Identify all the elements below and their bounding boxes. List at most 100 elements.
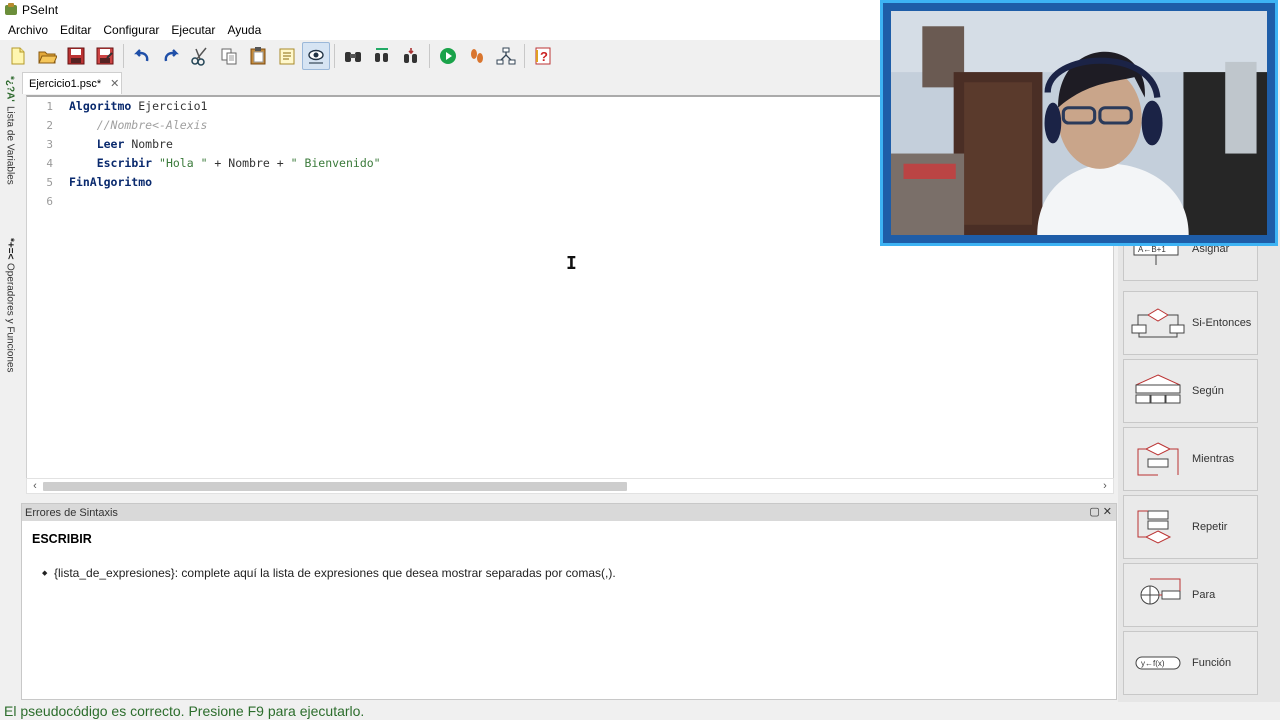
undo-icon[interactable] [128, 42, 156, 70]
webcam-overlay [880, 0, 1278, 246]
code-token: Leer [96, 137, 125, 151]
commands-panel: A←B+1 Asignar Si-Entonces Según Mientras… [1118, 217, 1280, 702]
edit-list-icon[interactable] [273, 42, 301, 70]
errors-panel-title: Errores de Sintaxis [25, 506, 118, 519]
code-token: " Bienvenido" [290, 156, 381, 170]
step-icon[interactable] [463, 42, 491, 70]
for-icon [1140, 578, 1181, 605]
switch-icon [1135, 374, 1181, 404]
run-icon[interactable] [434, 42, 462, 70]
window-title: PSeInt [22, 3, 59, 17]
text-cursor-icon: I [566, 253, 577, 274]
save-as-icon[interactable] [91, 42, 119, 70]
menu-configurar[interactable]: Configurar [97, 20, 165, 40]
command-label: Función [1192, 657, 1232, 669]
indent-icon[interactable] [397, 42, 425, 70]
file-tab[interactable]: Ejercicio1.psc* ✕ [22, 72, 122, 94]
scroll-right-icon[interactable]: › [1097, 479, 1113, 493]
function-icon: y←f(x) [1135, 656, 1181, 670]
command-para[interactable]: Para [1123, 563, 1258, 627]
code-text: FinAlgoritmo [69, 173, 152, 192]
command-funcion[interactable]: y←f(x) Función [1123, 631, 1258, 695]
toolbar-separator [123, 44, 124, 68]
tab-operadores-y-funciones[interactable]: *+=< Operadores y Funciones [0, 238, 20, 373]
save-icon[interactable] [62, 42, 90, 70]
maximize-icon[interactable]: ▢ [1089, 506, 1099, 518]
horizontal-scrollbar[interactable]: ‹ › [26, 478, 1114, 494]
scrollbar-thumb[interactable] [43, 482, 627, 491]
help-item: {lista_de_expresiones}: complete aquí la… [42, 566, 616, 580]
pseint-icon [4, 3, 18, 17]
code-text: Leer Nombre [69, 135, 173, 154]
menu-archivo[interactable]: Archivo [2, 20, 54, 40]
repeat-icon [1137, 510, 1172, 544]
panel-controls: ▢ ✕ [1089, 505, 1112, 518]
code-text: Escribir "Hola " + Nombre + " Bienvenido… [69, 154, 381, 173]
code-token: + Nombre + [207, 156, 291, 170]
close-icon[interactable]: ✕ [1103, 506, 1112, 518]
syntax-errors-panel: Errores de Sintaxis ▢ ✕ ESCRIBIR {lista_… [21, 503, 1117, 700]
command-label: Para [1192, 589, 1216, 601]
menu-editar[interactable]: Editar [54, 20, 97, 40]
line-number: 5 [46, 176, 53, 189]
file-tab-label: Ejercicio1.psc* [29, 77, 102, 90]
line-number: 2 [46, 119, 53, 132]
webcam-frame [883, 3, 1275, 243]
line-number: 3 [46, 138, 53, 151]
help-icon[interactable]: ? [529, 42, 557, 70]
copy-icon[interactable] [215, 42, 243, 70]
code-text: Algoritmo Ejercicio1 [69, 97, 207, 116]
open-icon[interactable] [33, 42, 61, 70]
scroll-left-icon[interactable]: ‹ [27, 479, 43, 493]
if-then-icon [1131, 308, 1185, 338]
toolbar-separator [334, 44, 335, 68]
command-si-entonces[interactable]: Si-Entonces [1123, 291, 1258, 355]
command-segun[interactable]: Según [1123, 359, 1258, 423]
line-number: 6 [46, 195, 53, 208]
svg-text:A←B+1: A←B+1 [1138, 245, 1166, 254]
code-token: FinAlgoritmo [69, 175, 153, 189]
redo-icon[interactable] [157, 42, 185, 70]
code-token: Escribir [96, 156, 153, 170]
command-label: Si-Entonces [1192, 317, 1252, 329]
while-icon [1137, 442, 1179, 476]
cut-icon[interactable] [186, 42, 214, 70]
variables-glyphs: *¿?A' [4, 76, 16, 102]
status-bar: El pseudocódigo es correcto. Presione F9… [0, 702, 1280, 720]
find-icon[interactable] [302, 42, 330, 70]
operators-tab-label: Operadores y Funciones [4, 263, 16, 373]
new-icon[interactable] [4, 42, 32, 70]
variables-tab-label: Lista de Variables [4, 105, 16, 185]
code-token: Ejercicio1 [131, 99, 208, 113]
menu-ayuda[interactable]: Ayuda [221, 20, 267, 40]
help-title: ESCRIBIR [32, 532, 92, 546]
flowchart-icon[interactable] [492, 42, 520, 70]
command-mientras[interactable]: Mientras [1123, 427, 1258, 491]
command-label: Según [1192, 385, 1224, 397]
code-token: //Nombre<-Alexis [69, 118, 208, 132]
menu-ejecutar[interactable]: Ejecutar [165, 20, 221, 40]
paste-icon[interactable] [244, 42, 272, 70]
code-token: "Hola " [159, 156, 208, 170]
left-vertical-tabs: *¿?A' Lista de Variables *+=< Operadores… [0, 74, 20, 404]
svg-text:?: ? [540, 49, 548, 64]
tab-lista-de-variables[interactable]: *¿?A' Lista de Variables [0, 76, 20, 184]
toolbar-separator [429, 44, 430, 68]
svg-text:y←f(x): y←f(x) [1141, 659, 1165, 668]
code-token: Algoritmo [69, 99, 132, 113]
search-icon[interactable] [339, 42, 367, 70]
operators-glyphs: *+=< [4, 238, 16, 260]
webcam-person-image [891, 11, 1267, 235]
replace-icon[interactable] [368, 42, 396, 70]
close-icon[interactable]: ✕ [110, 77, 119, 90]
command-label: Repetir [1192, 521, 1228, 533]
command-repetir[interactable]: Repetir [1123, 495, 1258, 559]
line-number: 4 [46, 157, 53, 170]
command-label: Mientras [1192, 453, 1235, 465]
errors-panel-header: Errores de Sintaxis ▢ ✕ [22, 504, 1116, 521]
pseint-window: PSeInt Archivo Editar Configurar Ejecuta… [0, 0, 1280, 720]
code-token: Nombre [124, 137, 173, 151]
